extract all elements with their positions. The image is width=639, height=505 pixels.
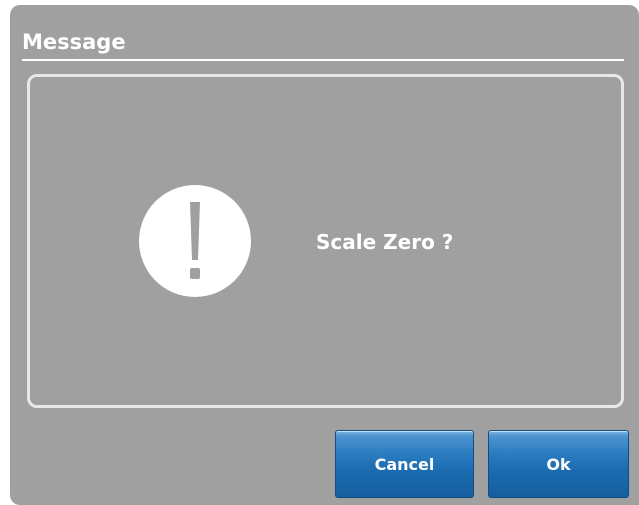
alert-icon xyxy=(139,185,251,297)
ok-button[interactable]: Ok xyxy=(488,430,629,498)
dialog-title: Message xyxy=(22,30,126,54)
dialog-message: Scale Zero ? xyxy=(316,230,454,254)
title-divider xyxy=(22,59,624,61)
cancel-button[interactable]: Cancel xyxy=(335,430,474,498)
cancel-button-label: Cancel xyxy=(374,454,435,474)
ok-button-label: Ok xyxy=(546,454,571,474)
